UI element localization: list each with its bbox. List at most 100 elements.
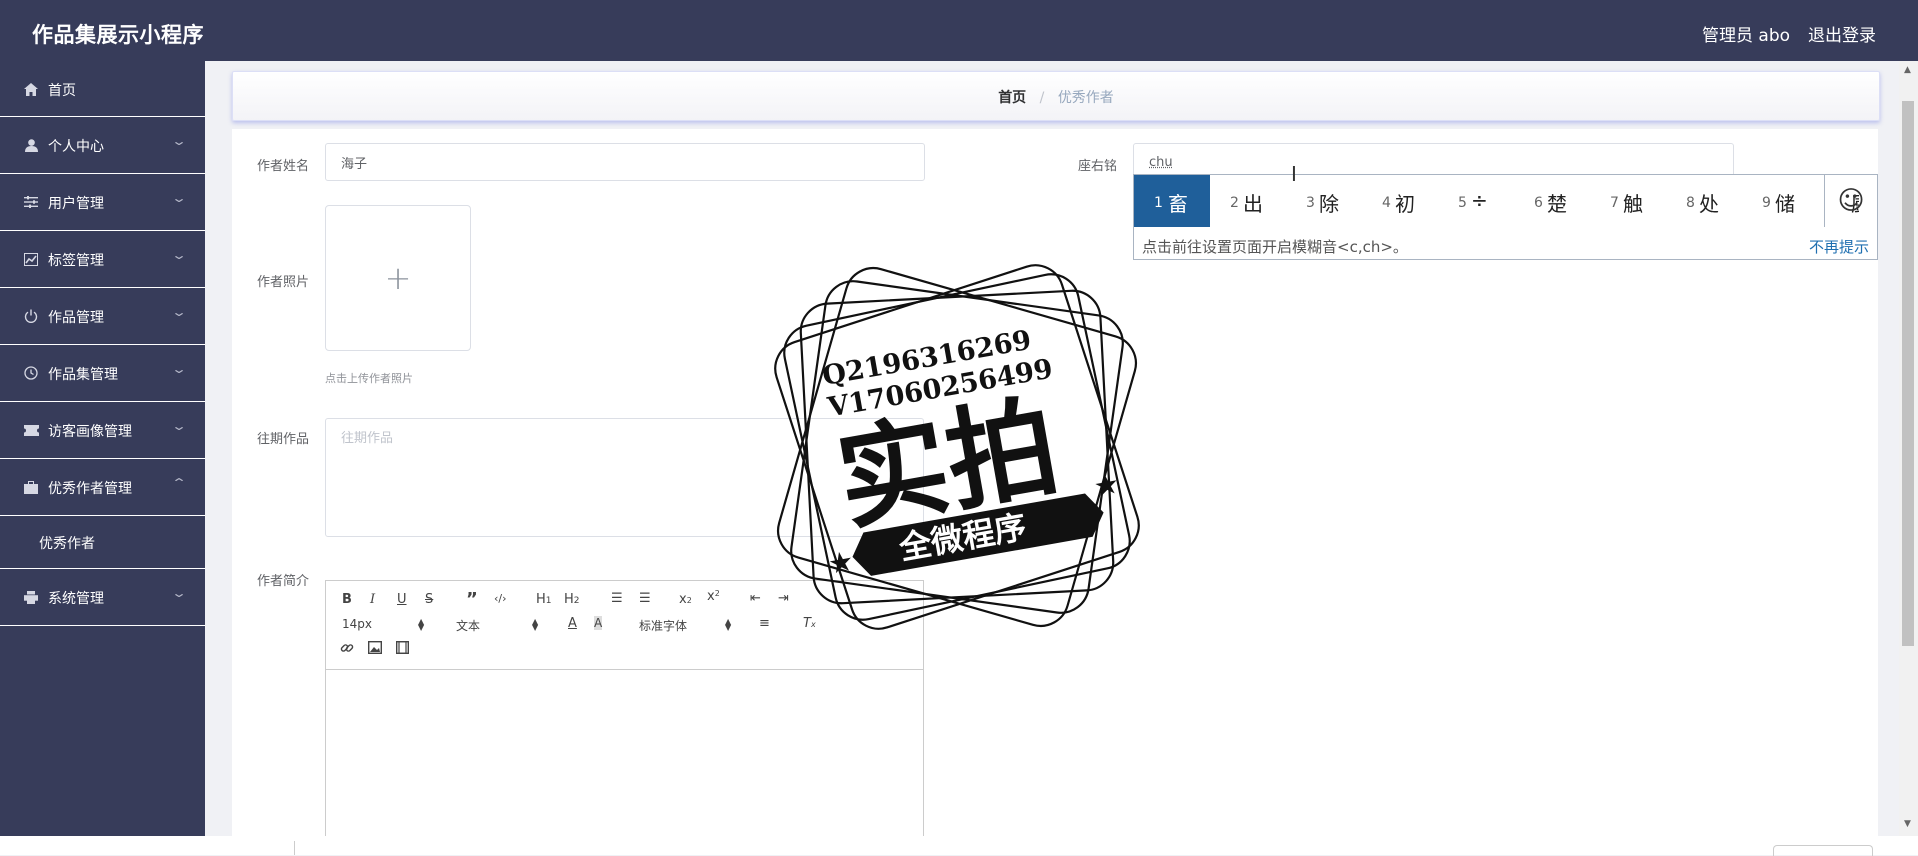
italic-icon[interactable]: I	[370, 592, 375, 607]
sidebar-item-works[interactable]: 作品管理 ⌄	[0, 288, 205, 345]
ime-candidate-number: 1	[1154, 195, 1163, 211]
scroll-down-icon[interactable]: ▼	[1904, 819, 1911, 829]
photo-upload-button[interactable]: +	[325, 205, 471, 351]
bottom-tab[interactable]	[1773, 845, 1873, 856]
chevron-down-icon: ⌄	[170, 362, 188, 376]
scroll-up-icon[interactable]: ▲	[1904, 65, 1911, 75]
ime-candidate[interactable]: 2 出	[1210, 175, 1286, 227]
link-icon[interactable]	[340, 641, 354, 659]
ime-candidate-list: 1 畜 2 出 3 除 4 初 5 ÷ 6 楚 7 触 8 处 9 储	[1134, 175, 1859, 227]
chevron-down-icon: ⌄	[170, 419, 188, 433]
ime-candidate-number: 3	[1306, 195, 1315, 211]
video-icon[interactable]	[395, 640, 410, 658]
sidebar-item-visitor-profiles[interactable]: 访客画像管理 ⌄	[0, 402, 205, 459]
text-cursor-icon: Ⅰ	[1291, 162, 1297, 186]
block-type-value: 文本	[456, 619, 481, 633]
ime-candidate-char: 储	[1775, 192, 1795, 216]
sidebar: 首页 个人中心 ⌄ 用户管理 ⌄ 标签管理 ⌄ 作品管理 ⌄ 作品集管理 ⌄ 访…	[0, 61, 205, 836]
clock-icon	[23, 365, 39, 381]
sidebar-subitem-label: 优秀作者	[39, 536, 95, 552]
sliders-icon	[23, 194, 39, 210]
quote-icon[interactable]: ”	[466, 589, 478, 610]
ime-candidate[interactable]: 8 处	[1666, 175, 1742, 227]
vertical-scrollbar[interactable]: ▲ ▼	[1899, 61, 1918, 836]
sidebar-item-label: 作品集管理	[48, 367, 118, 383]
select-arrows-icon: ▲ ▼	[725, 617, 732, 632]
subscript-icon[interactable]: x2	[679, 592, 692, 607]
background-color-icon[interactable]: A	[594, 616, 603, 630]
bottom-strip	[0, 836, 1918, 856]
power-icon	[23, 308, 39, 324]
ime-candidate-char: 触	[1623, 192, 1643, 216]
ime-candidate-number: 6	[1534, 195, 1543, 211]
admin-label: 管理员 abo	[1702, 26, 1791, 46]
sidebar-item-users[interactable]: 用户管理 ⌄	[0, 174, 205, 231]
bold-icon[interactable]: B	[342, 592, 352, 607]
heading1-icon[interactable]: H1	[536, 592, 552, 607]
sidebar-item-home[interactable]: 首页	[0, 61, 205, 117]
ime-candidate[interactable]: 1 畜	[1134, 175, 1210, 227]
author-name-label: 作者姓名	[257, 159, 310, 174]
heading2-icon[interactable]: H2	[564, 592, 580, 607]
sidebar-item-label: 用户管理	[48, 196, 104, 212]
superscript-icon[interactable]: x2	[707, 589, 720, 604]
sidebar-item-profile[interactable]: 个人中心 ⌄	[0, 117, 205, 174]
breadcrumb-home-link[interactable]: 首页	[998, 90, 1026, 106]
ordered-list-icon[interactable]: ☰	[611, 591, 623, 606]
sidebar-item-portfolios[interactable]: 作品集管理 ⌄	[0, 345, 205, 402]
chevron-up-icon: ⌃	[170, 476, 188, 490]
sidebar-item-top-authors[interactable]: 优秀作者管理 ⌃	[0, 459, 205, 516]
sidebar-subitem-top-author[interactable]: 优秀作者	[0, 516, 205, 569]
ime-candidate[interactable]: 5 ÷	[1438, 175, 1514, 227]
image-icon[interactable]	[367, 640, 383, 658]
sidebar-item-label: 优秀作者管理	[48, 481, 132, 497]
strikethrough-icon[interactable]: S	[425, 592, 433, 607]
ime-candidate-number: 4	[1382, 195, 1391, 211]
sidebar-item-label: 系统管理	[48, 591, 104, 607]
ime-candidate-number: 7	[1610, 195, 1619, 211]
editor-content-area[interactable]	[326, 670, 923, 840]
ime-candidate-number: 8	[1686, 195, 1695, 211]
font-color-icon[interactable]: A	[568, 616, 577, 631]
font-family-select[interactable]: 标准字体 ▲ ▼	[639, 617, 734, 634]
watermark-stamp: Q2196316269 V17060256499 实拍 全微程序 ★ ★	[774, 264, 1140, 630]
upload-hint: 点击上传作者照片	[325, 372, 413, 385]
chevron-down-icon: ⌄	[170, 248, 188, 262]
ime-candidate[interactable]: 9 储	[1742, 175, 1818, 227]
ime-candidate[interactable]: 7 触	[1590, 175, 1666, 227]
ime-dismiss-link[interactable]: 不再提示	[1809, 236, 1869, 257]
code-block-icon[interactable]: ‹/›	[494, 592, 507, 605]
author-name-input[interactable]	[325, 143, 925, 181]
ime-candidate-char: 出	[1243, 192, 1263, 216]
font-family-value: 标准字体	[639, 619, 688, 633]
author-photo-label: 作者照片	[257, 275, 310, 290]
smiley-icon[interactable]: ☺	[1824, 175, 1877, 227]
ime-hint-text: 点击前往设置页面开启模糊音<c,ch>。	[1142, 238, 1408, 256]
underline-icon[interactable]: U	[397, 592, 407, 607]
ime-candidate-char: 楚	[1547, 192, 1567, 216]
chevron-down-icon: ⌄	[170, 305, 188, 319]
logout-button[interactable]: 退出登录	[1808, 21, 1876, 46]
plus-icon: +	[384, 259, 412, 297]
block-type-select[interactable]: 文本 ▲ ▼	[456, 617, 541, 634]
sidebar-item-system[interactable]: 系统管理 ⌄	[0, 569, 205, 626]
sidebar-item-tags[interactable]: 标签管理 ⌄	[0, 231, 205, 288]
sidebar-item-label: 个人中心	[48, 139, 104, 155]
ime-candidate[interactable]: 6 楚	[1514, 175, 1590, 227]
star-icon: ★	[826, 544, 856, 581]
font-size-select[interactable]: 14px ▲ ▼	[342, 617, 427, 633]
sidebar-item-label: 首页	[48, 83, 76, 99]
ime-candidate-window: 1 畜 2 出 3 除 4 初 5 ÷ 6 楚 7 触 8 处 9 储 ☺ 点击…	[1133, 174, 1878, 260]
divider	[294, 841, 295, 855]
chart-icon	[23, 251, 39, 267]
ime-candidate-char: 初	[1395, 192, 1415, 216]
chevron-down-icon: ⌄	[170, 191, 188, 205]
ime-candidate[interactable]: 4 初	[1362, 175, 1438, 227]
bullet-list-icon[interactable]: ☰	[639, 591, 651, 606]
briefcase-icon	[23, 479, 39, 495]
printer-icon	[23, 589, 39, 605]
past-works-label: 往期作品	[257, 432, 310, 447]
ime-candidate[interactable]: 3 除	[1286, 175, 1362, 227]
chevron-down-icon: ⌄	[170, 134, 188, 148]
scrollbar-thumb[interactable]	[1902, 101, 1914, 646]
